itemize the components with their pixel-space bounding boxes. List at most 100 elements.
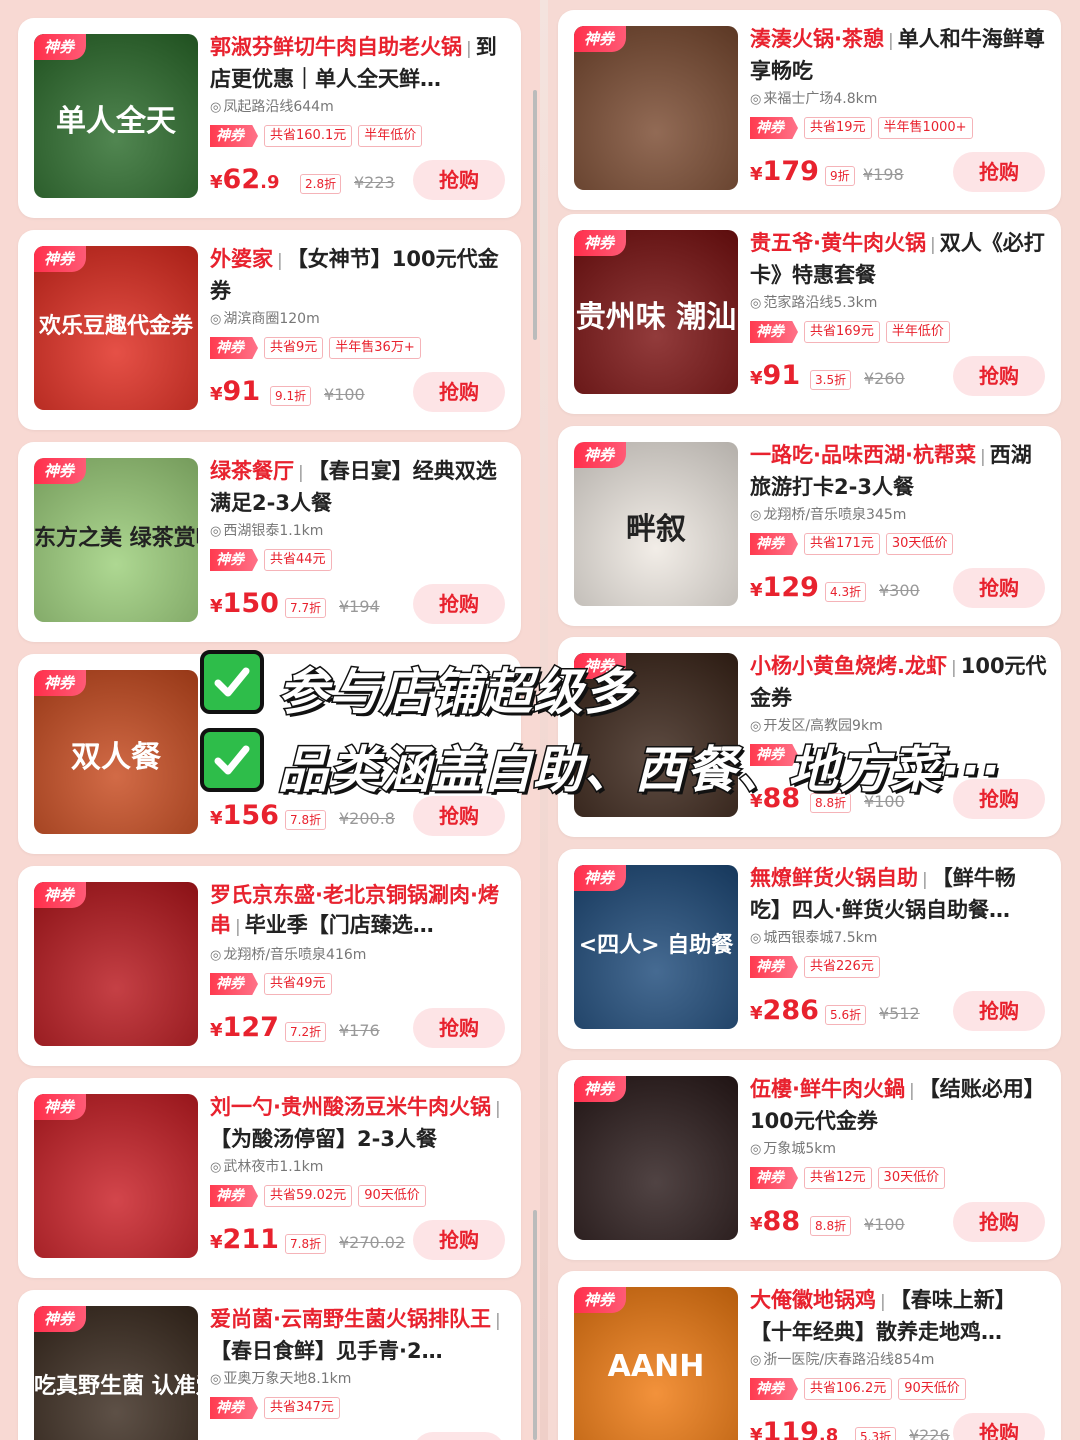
deal-card[interactable]: 神券 罗氏京东盛·老北京铜锅涮肉·烤串 | 毕业季【门店臻选… ◎ 龙翔桥/音乐喷泉416… xyxy=(18,866,521,1066)
discount-badge: 9.1折 xyxy=(270,386,312,406)
buy-button[interactable]: 抢购 xyxy=(953,1413,1045,1440)
buy-button[interactable]: 抢购 xyxy=(413,1432,505,1440)
deal-card[interactable]: 畔叙 神券 一路吃·品味西湖·杭帮菜 | 西湖旅游打卡2-3人餐 ◎ 龙翔桥/音乐喷泉345… xyxy=(558,426,1061,626)
deal-card[interactable]: 欢乐豆趣代金券 神券 外婆家 | 【女神节】100元代金券 ◎ 湖滨商圈120m 神券 共省9元… xyxy=(18,230,521,430)
deal-tag: 共省59.02元 xyxy=(264,1185,353,1207)
deal-thumbnail[interactable]: 双人餐 神券 xyxy=(34,670,198,834)
discount-badge: 7.2折 xyxy=(285,1022,327,1042)
deal-thumbnail[interactable]: 东方之美 绿茶赏味神券 xyxy=(34,458,198,622)
deal-card[interactable]: 神券 湊湊火锅·茶憩 | 单人和牛海鲜尊享畅吃 ◎ 来福士广场4.8km 神券 共省19元 半年… xyxy=(558,10,1061,210)
deal-card[interactable]: 贵州味 潮汕 神券 贵五爷·黄牛肉火锅 | 双人《必打卡》特惠套餐 ◎ 范家路沿线5.3km… xyxy=(558,214,1061,414)
deal-thumbnail[interactable]: 神券 xyxy=(34,1094,198,1258)
price-value: 156 xyxy=(222,800,279,831)
deal-tags: 神券 共省347元 xyxy=(210,1396,507,1420)
coupon-tag: 神券 xyxy=(574,442,627,468)
coupon-badge: 神券 xyxy=(210,1397,258,1419)
scrollbar[interactable] xyxy=(533,1210,537,1440)
buy-button[interactable]: 抢购 xyxy=(953,568,1045,608)
currency-symbol: ¥ xyxy=(750,1214,763,1235)
price-value: 127 xyxy=(222,1012,279,1043)
deal-title[interactable]: 绿茶餐厅 | 【春日宴】经典双选满足2-3人餐 xyxy=(210,456,507,516)
deal-thumbnail[interactable]: 畔叙 神券 xyxy=(574,442,738,606)
deal-tag: 共省49元 xyxy=(264,973,332,995)
price-value: 286 xyxy=(762,995,819,1026)
deal-thumbnail[interactable]: 欢乐豆趣代金券 神券 xyxy=(34,246,198,410)
deal-title[interactable]: 贵五爷·黄牛肉火锅 | 双人《必打卡》特惠套餐 xyxy=(750,228,1047,288)
deal-title[interactable]: 湊湊火锅·茶憩 | 单人和牛海鲜尊享畅吃 xyxy=(750,24,1047,84)
deal-title[interactable]: 郭淑芬鲜切牛肉自助老火锅 | 到店更优惠｜单人全天鲜… xyxy=(210,32,507,92)
buy-button[interactable]: 抢购 xyxy=(953,1202,1045,1242)
deal-brand: 伍樓·鲜牛肉火鍋 xyxy=(750,1077,905,1101)
price-decimal: .9 xyxy=(260,172,280,193)
coupon-badge: 神券 xyxy=(750,1167,798,1189)
deal-title[interactable]: 罗氏京东盛·老北京铜锅涮肉·烤串 | 毕业季【门店臻选… xyxy=(210,880,507,940)
location-text: 龙翔桥/音乐喷泉345m xyxy=(763,507,907,523)
deal-tag: 半年低价 xyxy=(358,125,423,147)
check-icon xyxy=(200,650,264,714)
deal-card[interactable]: 吃真野生菌 认准爱尚菌神券爱尚菌·云南野生菌火锅排队王|【春日食鲜】见手青·2…… xyxy=(18,1290,521,1440)
buy-button[interactable]: 抢购 xyxy=(413,1008,505,1048)
deal-tag: 共省44元 xyxy=(264,549,332,571)
coupon-badge: 神券 xyxy=(210,337,258,359)
currency-symbol: ¥ xyxy=(750,368,763,389)
deal-location: ◎ 浙一医院/庆春路沿线854m xyxy=(750,1349,1047,1371)
deal-card[interactable]: 单人全天 神券 郭淑芬鲜切牛肉自助老火锅 | 到店更优惠｜单人全天鲜… ◎ 凤起路沿线644… xyxy=(18,18,521,218)
discount-badge: 4.3折 xyxy=(825,582,867,602)
original-price: ¥300 xyxy=(879,581,920,600)
buy-button[interactable]: 抢购 xyxy=(413,584,505,624)
deal-tag: 30天低价 xyxy=(885,533,954,555)
location-pin-icon: ◎ xyxy=(750,92,762,107)
original-price: ¥270.02 xyxy=(339,1233,406,1252)
deal-thumbnail[interactable]: 贵州味 潮汕 神券 xyxy=(574,230,738,394)
deal-tags: 神券 共省49元 xyxy=(210,972,507,996)
price-row: ¥211 7.8折 ¥270.02 抢购 xyxy=(210,1220,505,1264)
deal-tags: 神券 共省169元 半年低价 xyxy=(750,320,1047,344)
deal-card[interactable]: 神券 伍樓·鲜牛肉火鍋 | 【结账必用】100元代金券 ◎ 万象城5km 神券 共省12元 30… xyxy=(558,1060,1061,1260)
deal-thumbnail[interactable]: 单人全天 神券 xyxy=(34,34,198,198)
deal-thumbnail[interactable]: AANH 神券 xyxy=(574,1287,738,1440)
original-price: ¥223 xyxy=(354,173,395,192)
deal-price: ¥119.8 xyxy=(750,1417,838,1440)
original-price: ¥198 xyxy=(863,165,904,184)
deal-brand: 郭淑芬鲜切牛肉自助老火锅 xyxy=(210,35,462,59)
deal-thumbnail[interactable]: <四人> 自助餐 神券 xyxy=(574,865,738,1029)
price-value: 91 xyxy=(222,376,261,407)
deal-thumbnail[interactable]: 吃真野生菌 认准爱尚菌神券 xyxy=(34,1306,198,1440)
buy-button[interactable]: 抢购 xyxy=(413,372,505,412)
deal-title[interactable]: 刘一勺·贵州酸汤豆米牛肉火锅 | 【为酸汤停留】2-3人餐 xyxy=(210,1092,507,1152)
deal-card[interactable]: 东方之美 绿茶赏味神券绿茶餐厅|【春日宴】经典双选满足2-3人餐◎西湖银泰1.1… xyxy=(18,442,521,642)
buy-button[interactable]: 抢购 xyxy=(953,356,1045,396)
location-text: 龙翔桥/音乐喷泉416m xyxy=(223,947,367,963)
price-value: 129 xyxy=(762,572,819,603)
deal-title[interactable]: 伍樓·鲜牛肉火鍋 | 【结账必用】100元代金券 xyxy=(750,1074,1047,1134)
deal-card[interactable]: AANH 神券 大俺徽地锅鸡 | 【春味上新】【十年经典】散养走地鸡… ◎ 浙一医院/庆春路… xyxy=(558,1271,1061,1440)
deal-location: ◎ 亚奥万象天地8.1km xyxy=(210,1368,507,1390)
coupon-tag: 神券 xyxy=(574,865,627,891)
deal-thumbnail[interactable]: 神券 xyxy=(574,26,738,190)
buy-button[interactable]: 抢购 xyxy=(953,991,1045,1031)
thumbnail-caption: 贵州味 潮汕 xyxy=(575,300,737,335)
deal-title[interactable]: 一路吃·品味西湖·杭帮菜 | 西湖旅游打卡2-3人餐 xyxy=(750,440,1047,500)
deal-card[interactable]: <四人> 自助餐 神券 無燎鲜货火锅自助 | 【鲜牛畅吃】四人·鲜货火锅自助餐… ◎ 城西银… xyxy=(558,849,1061,1049)
currency-symbol: ¥ xyxy=(210,808,223,829)
deal-title[interactable]: 大俺徽地锅鸡 | 【春味上新】【十年经典】散养走地鸡… xyxy=(750,1285,1047,1345)
currency-symbol: ¥ xyxy=(210,384,223,405)
discount-badge: 7.8折 xyxy=(285,810,327,830)
deal-price: ¥127 xyxy=(210,1012,279,1043)
buy-button[interactable]: 抢购 xyxy=(413,796,505,836)
deal-thumbnail[interactable]: 神券 xyxy=(34,882,198,1046)
scrollbar[interactable] xyxy=(533,90,537,340)
deal-card[interactable]: 神券 刘一勺·贵州酸汤豆米牛肉火锅 | 【为酸汤停留】2-3人餐 ◎ 武林夜市1.1km 神… xyxy=(18,1078,521,1278)
currency-symbol: ¥ xyxy=(750,1425,763,1440)
deal-title[interactable]: 爱尚菌·云南野生菌火锅排队王 | 【春日食鲜】见手青·2… xyxy=(210,1304,507,1364)
buy-button[interactable]: 抢购 xyxy=(953,152,1045,192)
deal-thumbnail[interactable]: 神券 xyxy=(574,1076,738,1240)
original-price: ¥226 xyxy=(909,1426,950,1440)
deal-title[interactable]: 無燎鲜货火锅自助 | 【鲜牛畅吃】四人·鲜货火锅自助餐… xyxy=(750,863,1047,923)
buy-button[interactable]: 抢购 xyxy=(413,160,505,200)
currency-symbol: ¥ xyxy=(750,580,763,601)
deal-title[interactable]: 外婆家 | 【女神节】100元代金券 xyxy=(210,244,507,304)
coupon-badge: 神券 xyxy=(210,549,258,571)
buy-button[interactable]: 抢购 xyxy=(413,1220,505,1260)
title-divider: | xyxy=(298,463,304,483)
